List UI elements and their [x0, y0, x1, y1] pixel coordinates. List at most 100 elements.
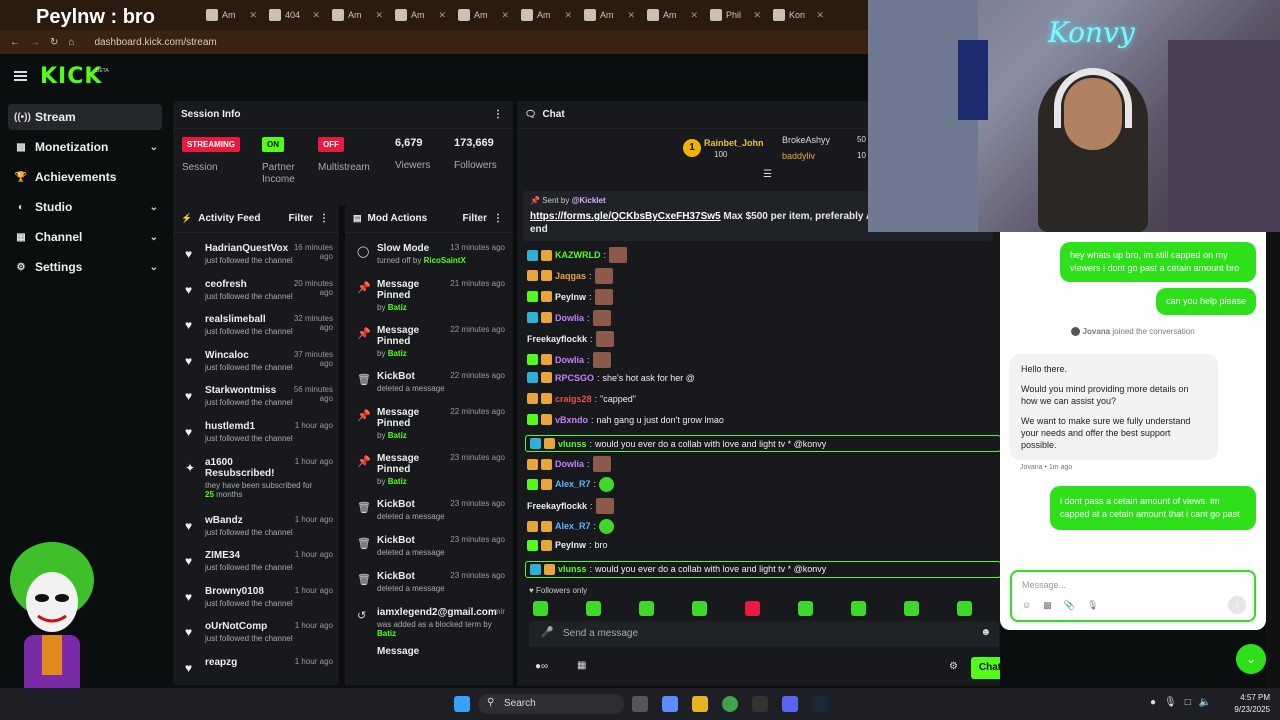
browser-tab[interactable]: Am ✕ — [200, 3, 263, 27]
copilot-icon[interactable] — [662, 696, 678, 712]
network-icon[interactable]: ● — [1150, 697, 1156, 708]
chat-settings-icon[interactable]: ⚙ — [949, 661, 958, 672]
chat-username[interactable]: vlunss — [558, 439, 587, 449]
chat-message[interactable]: Peylnw: — [527, 288, 613, 305]
sidebar-item-channel[interactable]: ▦ Channel ⌄ — [8, 224, 162, 250]
browser-tab[interactable]: Phil ✕ — [704, 3, 767, 27]
multistream[interactable]: OFF Multistream — [318, 137, 370, 173]
close-icon[interactable]: ✕ — [816, 10, 824, 21]
browser-tab[interactable]: Am ✕ — [326, 3, 389, 27]
activity-item[interactable]: ♥ Browny0108 1 hour ago just followed the c… — [173, 582, 339, 618]
back-icon[interactable]: ← — [10, 37, 20, 48]
browser-tab[interactable]: Am ✕ — [389, 3, 452, 27]
chrome-icon[interactable] — [722, 696, 738, 712]
emote-icon[interactable] — [957, 601, 972, 616]
emote-icon[interactable] — [851, 601, 866, 616]
mod-filter-button[interactable]: Filter — [463, 213, 487, 224]
support-toggle-button[interactable]: ⌄ — [1236, 644, 1266, 674]
chat-message[interactable]: RPCSGO: she's hot ask for her @ — [527, 372, 695, 384]
collapse-icon[interactable]: ☰ — [763, 169, 772, 180]
activity-filter-button[interactable]: Filter — [289, 213, 313, 224]
chat-username[interactable]: Alex_R7 — [555, 479, 591, 489]
mod-action-item[interactable]: 🗑 KickBot 22 minutes ago deleted a message — [345, 367, 513, 403]
task-view-icon[interactable] — [632, 696, 648, 712]
sidebar-item-settings[interactable]: ⚙ Settings ⌄ — [8, 254, 162, 280]
close-icon[interactable]: ✕ — [312, 10, 320, 21]
browser-tab[interactable]: Am ✕ — [641, 3, 704, 27]
browser-tab[interactable]: Kon ✕ — [767, 3, 830, 27]
activity-item[interactable]: ♥ HadrianQuestVox 16 minutes ago just follo… — [173, 239, 339, 275]
chat-username[interactable]: craigs28 — [555, 394, 592, 404]
close-icon[interactable]: ✕ — [501, 10, 509, 21]
chat-username[interactable]: Peylnw — [555, 292, 586, 302]
mod-action-item[interactable]: ↺ iamxlegend2@gmail.com mir was added as a … — [345, 603, 513, 642]
chat-input[interactable]: 🎤 Send a message ☻ — [529, 621, 999, 647]
activity-item[interactable]: ♥ oUrNotComp 1 hour ago just followed the c… — [173, 617, 339, 653]
chat-tools-icon[interactable]: ●∞ — [535, 661, 548, 672]
emote-icon[interactable] — [586, 601, 601, 616]
pinned-link[interactable]: https://forms.gle/QCKbsByCxeFH37Sw5 — [530, 211, 721, 222]
store-icon[interactable]: ▦ — [577, 660, 586, 671]
chat-username[interactable]: vlunss — [558, 564, 587, 574]
activity-item[interactable]: ♥ reapzg 1 hour ago — [173, 653, 339, 685]
emote-icon[interactable] — [533, 601, 548, 616]
forward-icon[interactable]: → — [30, 37, 40, 48]
clock[interactable]: 4:57 PM 9/23/2025 — [1222, 692, 1270, 716]
chat-username[interactable]: Dowlia — [555, 313, 584, 323]
chat-username[interactable]: Freekayflockk — [527, 334, 587, 344]
close-icon[interactable]: ✕ — [375, 10, 383, 21]
activity-item[interactable]: ♥ wBandz 1 hour ago just followed the chann… — [173, 511, 339, 547]
chat-message[interactable]: Dowlia: — [527, 351, 611, 368]
sidebar-item-monetization[interactable]: ▩ Monetization ⌄ — [8, 134, 162, 160]
sidebar-item-stream[interactable]: ((•)) Stream — [8, 104, 162, 130]
mic-icon[interactable]: 🎤 — [541, 627, 553, 638]
browser-tab[interactable]: Am ✕ — [452, 3, 515, 27]
more-icon[interactable]: ⋮ — [493, 109, 503, 120]
partner-income[interactable]: ON Partner Income — [262, 137, 322, 186]
mod-action-item[interactable]: 📌 Message Pinned 21 minutes ago by Batiz — [345, 275, 513, 321]
mod-action-item[interactable]: 🗑 KickBot 23 minutes ago deleted a message — [345, 531, 513, 567]
chat-username[interactable]: Alex_R7 — [555, 521, 591, 531]
mod-action-item[interactable]: 🗑 KickBot 23 minutes ago deleted a message — [345, 495, 513, 531]
chat-username[interactable]: RPCSGO — [555, 373, 594, 383]
kick-logo[interactable]: KICK — [40, 64, 102, 89]
emote-icon[interactable] — [692, 601, 707, 616]
chat-message[interactable]: Jaqgas: — [527, 267, 613, 284]
chat-username[interactable]: Jaqgas — [555, 271, 586, 281]
mic-icon[interactable]: 🎙 — [1087, 600, 1098, 611]
activity-item[interactable]: ♥ hustlemd1 1 hour ago just followed the ch… — [173, 417, 339, 453]
chat-message[interactable]: KAZWRLD: — [527, 247, 628, 263]
volume-icon[interactable]: 🔈 — [1199, 697, 1211, 708]
mod-action-item[interactable]: 📌 Message Pinned 23 minutes ago by Batiz — [345, 449, 513, 495]
mod-action-item[interactable]: ◯ Slow Mode 13 minutes ago turned off by Ri… — [345, 239, 513, 275]
chat-username[interactable]: Dowlia — [555, 459, 584, 469]
close-icon[interactable]: ✕ — [690, 10, 698, 21]
mod-action-item[interactable]: 🗑 KickBot 23 minutes ago deleted a message — [345, 567, 513, 603]
browser-tab[interactable]: Am ✕ — [515, 3, 578, 27]
close-icon[interactable]: ✕ — [438, 10, 446, 21]
mod-action-item[interactable]: 📌 Message Pinned 22 minutes ago by Batiz — [345, 321, 513, 367]
more-icon[interactable]: ⋮ — [493, 213, 503, 224]
activity-item[interactable]: ♥ Starkwontmiss 56 minutes ago just followe… — [173, 381, 339, 417]
chat-message[interactable]: vlunss: would you ever do a collab with l… — [525, 435, 1000, 453]
chat-username[interactable]: KAZWRLD — [555, 250, 601, 260]
browser-tab[interactable]: Am ✕ — [578, 3, 641, 27]
obs-icon[interactable] — [752, 696, 768, 712]
emote-icon[interactable] — [904, 601, 919, 616]
active-tab-title[interactable]: Peylnw : bro — [36, 6, 155, 29]
monitor-icon[interactable]: □ — [1185, 697, 1191, 708]
emoji-icon[interactable]: ☻ — [980, 627, 991, 638]
chat-message[interactable]: Peylnw: bro — [527, 539, 608, 551]
attach-icon[interactable]: 📎 — [1064, 600, 1075, 611]
windows-start-icon[interactable] — [454, 696, 470, 712]
chat-username[interactable]: Freekayflockk — [527, 501, 587, 511]
emoji-icon[interactable]: ☺ — [1022, 600, 1031, 611]
chat-message[interactable]: Dowlia: — [527, 456, 611, 472]
chat-message[interactable]: Freekayflockk: — [527, 330, 614, 347]
browser-tab[interactable]: 404 ✕ — [263, 3, 326, 27]
steam-icon[interactable] — [812, 696, 828, 712]
close-icon[interactable]: ✕ — [249, 10, 257, 21]
chat-username[interactable]: Peylnw — [555, 540, 586, 550]
emote-icon[interactable] — [745, 601, 760, 616]
sidebar-item-achievements[interactable]: 🏆 Achievements — [8, 164, 162, 190]
